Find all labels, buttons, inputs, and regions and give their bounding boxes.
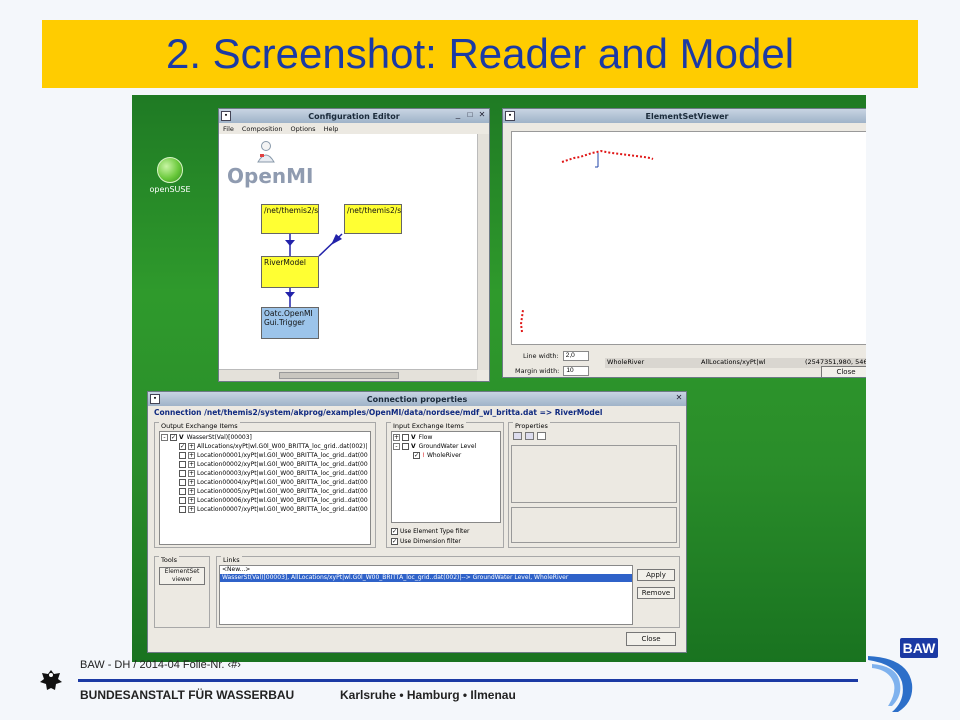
line-width-input[interactable]: 2,0: [562, 351, 589, 361]
tools-group: Tools ElementSet viewer: [154, 556, 210, 628]
footer-locations: Karlsruhe • Hamburg • Ilmenau: [340, 688, 516, 702]
output-items-label: Output Exchange Items: [159, 422, 240, 430]
maximize-icon[interactable]: □: [465, 110, 475, 120]
property-pages-icon[interactable]: [537, 432, 546, 440]
line-width-label: Line width:: [523, 352, 559, 360]
connection-properties-window: ▪ Connection properties ✕ Connection /ne…: [147, 391, 687, 653]
input-items-group: Input Exchange Items + V Flow - V GroundWate…: [386, 422, 504, 548]
esv-close-button[interactable]: Close: [821, 366, 866, 377]
properties-label: Properties: [513, 422, 550, 430]
composition-canvas[interactable]: OpenMI /net/themis2/sy /net/themis2/sy R…: [219, 134, 477, 370]
desktop-screenshot: openSUSE ▪ Configuration Editor _ □ ✕ Fi…: [132, 95, 866, 662]
river-points: [519, 149, 654, 333]
config-menubar: File Composition Options Help: [219, 123, 489, 134]
config-vertical-scrollbar[interactable]: [477, 134, 489, 370]
link-row-selected[interactable]: WasserSt(Val)[00003], AllLocations/xyPt|…: [220, 574, 632, 582]
tree-row[interactable]: + Location00006/xyPt|wl.G0l_W00_BRITTA_lo…: [161, 496, 369, 505]
links-list[interactable]: <New...> WasserSt(Val)[00003], AllLocati…: [219, 565, 633, 625]
esv-titlebar[interactable]: ▪ ElementSetViewer: [503, 109, 866, 123]
tree-row[interactable]: + V Flow: [393, 433, 499, 442]
input-items-tree[interactable]: +VFlow -VGroundWater Level ⌇WholeRiver: [391, 431, 501, 523]
opensuse-desktop-icon[interactable]: openSUSE: [148, 157, 192, 194]
reader-model-2[interactable]: /net/themis2/sy: [344, 204, 402, 234]
trigger-model[interactable]: Oatc.OpenMI Gui.Trigger: [261, 307, 319, 339]
element-type-filter-checkbox[interactable]: Use Element Type filter: [391, 527, 470, 536]
tree-row[interactable]: - V GroundWater Level: [393, 442, 499, 451]
apply-button[interactable]: Apply: [637, 569, 675, 581]
config-horizontal-scrollbar[interactable]: [219, 369, 477, 381]
esv-form: Line width: 2,0 Margin width: 10 WholeRi…: [511, 349, 866, 377]
footer-organization: BUNDESANSTALT FÜR WASSERBAU: [80, 688, 295, 702]
federal-eagle-icon: [38, 668, 64, 694]
tree-row[interactable]: + Location00005/xyPt|wl.G0l_W00_BRITTA_lo…: [161, 487, 369, 496]
tree-row[interactable]: + Location00002/xyPt|wl.G0l_W00_BRITTA_lo…: [161, 460, 369, 469]
menu-file[interactable]: File: [223, 125, 234, 133]
info-quantity: AllLocations/xyPt|wl: [701, 358, 766, 366]
tree-row[interactable]: + Location00004/xyPt|wl.G0l_W00_BRITTA_lo…: [161, 478, 369, 487]
desktop-icon-label: openSUSE: [149, 185, 191, 194]
element-set-plot[interactable]: [511, 131, 866, 345]
categorized-view-icon[interactable]: [513, 432, 522, 440]
baw-logo-text: BAW: [903, 640, 936, 656]
close-icon[interactable]: ✕: [477, 110, 487, 120]
menu-options[interactable]: Options: [290, 125, 315, 133]
links-group: Links <New...> WasserSt(Val)[00003], All…: [216, 556, 680, 628]
info-elementset: WholeRiver: [607, 358, 645, 366]
slide-title: 2. Screenshot: Reader and Model: [165, 30, 795, 77]
slide-title-bar: 2. Screenshot: Reader and Model: [42, 20, 918, 88]
output-items-tree[interactable]: -VWasserSt(Val)[00003] +AllLocations/xyP…: [159, 431, 371, 545]
conn-titlebar[interactable]: ▪ Connection properties ✕: [148, 392, 686, 406]
tree-row[interactable]: + Location00003/xyPt|wl.G0l_W00_BRITTA_lo…: [161, 469, 369, 478]
properties-description: [511, 507, 677, 543]
element-set-viewer-button[interactable]: ElementSet viewer: [159, 567, 205, 585]
config-editor-titlebar[interactable]: ▪ Configuration Editor _ □ ✕: [219, 109, 489, 123]
close-icon[interactable]: ✕: [674, 393, 684, 403]
tree-row[interactable]: + Location00001/xyPt|wl.G0l_W00_BRITTA_lo…: [161, 451, 369, 460]
tools-label: Tools: [159, 556, 180, 564]
margin-width-label: Margin width:: [515, 367, 560, 375]
tree-row[interactable]: +AllLocations/xyPt|wl.G0l_W00_BRITTA_loc…: [161, 442, 369, 451]
footer-rule: [78, 679, 858, 682]
element-set-viewer-window: ▪ ElementSetViewer Line width: 2,0 Margi…: [502, 108, 866, 378]
esv-title: ElementSetViewer: [645, 111, 729, 121]
opensuse-icon: [157, 157, 183, 183]
link-row-new[interactable]: <New...>: [220, 566, 632, 574]
input-items-label: Input Exchange Items: [391, 422, 466, 430]
connection-arrows: [285, 233, 343, 307]
margin-width-input[interactable]: 10: [563, 366, 590, 376]
remove-button[interactable]: Remove: [637, 587, 675, 599]
output-items-group: Output Exchange Items -VWasserSt(Val)[00…: [154, 422, 376, 548]
reader-model-1[interactable]: /net/themis2/sy: [261, 204, 319, 234]
properties-group: Properties: [508, 422, 680, 548]
conn-close-button[interactable]: Close: [626, 632, 676, 646]
dimension-filter-checkbox[interactable]: Use Dimension filter: [391, 537, 461, 546]
properties-grid[interactable]: [511, 445, 677, 503]
baw-logo: BAW: [862, 636, 942, 714]
river-model[interactable]: RiverModel: [261, 256, 319, 288]
connection-path: Connection /net/themis2/system/akprog/ex…: [154, 408, 603, 417]
tree-row[interactable]: -VWasserSt(Val)[00003]: [161, 433, 369, 442]
config-editor-title: Configuration Editor: [308, 111, 400, 121]
conn-title: Connection properties: [366, 394, 468, 404]
footer-meta: BAW - DH / 2014-04 Folie-Nr. ‹#›: [80, 659, 241, 671]
menu-composition[interactable]: Composition: [242, 125, 283, 133]
minimize-icon[interactable]: _: [453, 110, 463, 120]
tree-row[interactable]: ⌇WholeRiver: [393, 451, 499, 460]
alphabetical-view-icon[interactable]: [525, 432, 534, 440]
links-label: Links: [221, 556, 242, 564]
tree-row[interactable]: + Location00007/xyPt|wl.G0l_W00_BRITTA_lo…: [161, 505, 369, 514]
menu-help[interactable]: Help: [324, 125, 339, 133]
configuration-editor-window: ▪ Configuration Editor _ □ ✕ File Compos…: [218, 108, 490, 382]
